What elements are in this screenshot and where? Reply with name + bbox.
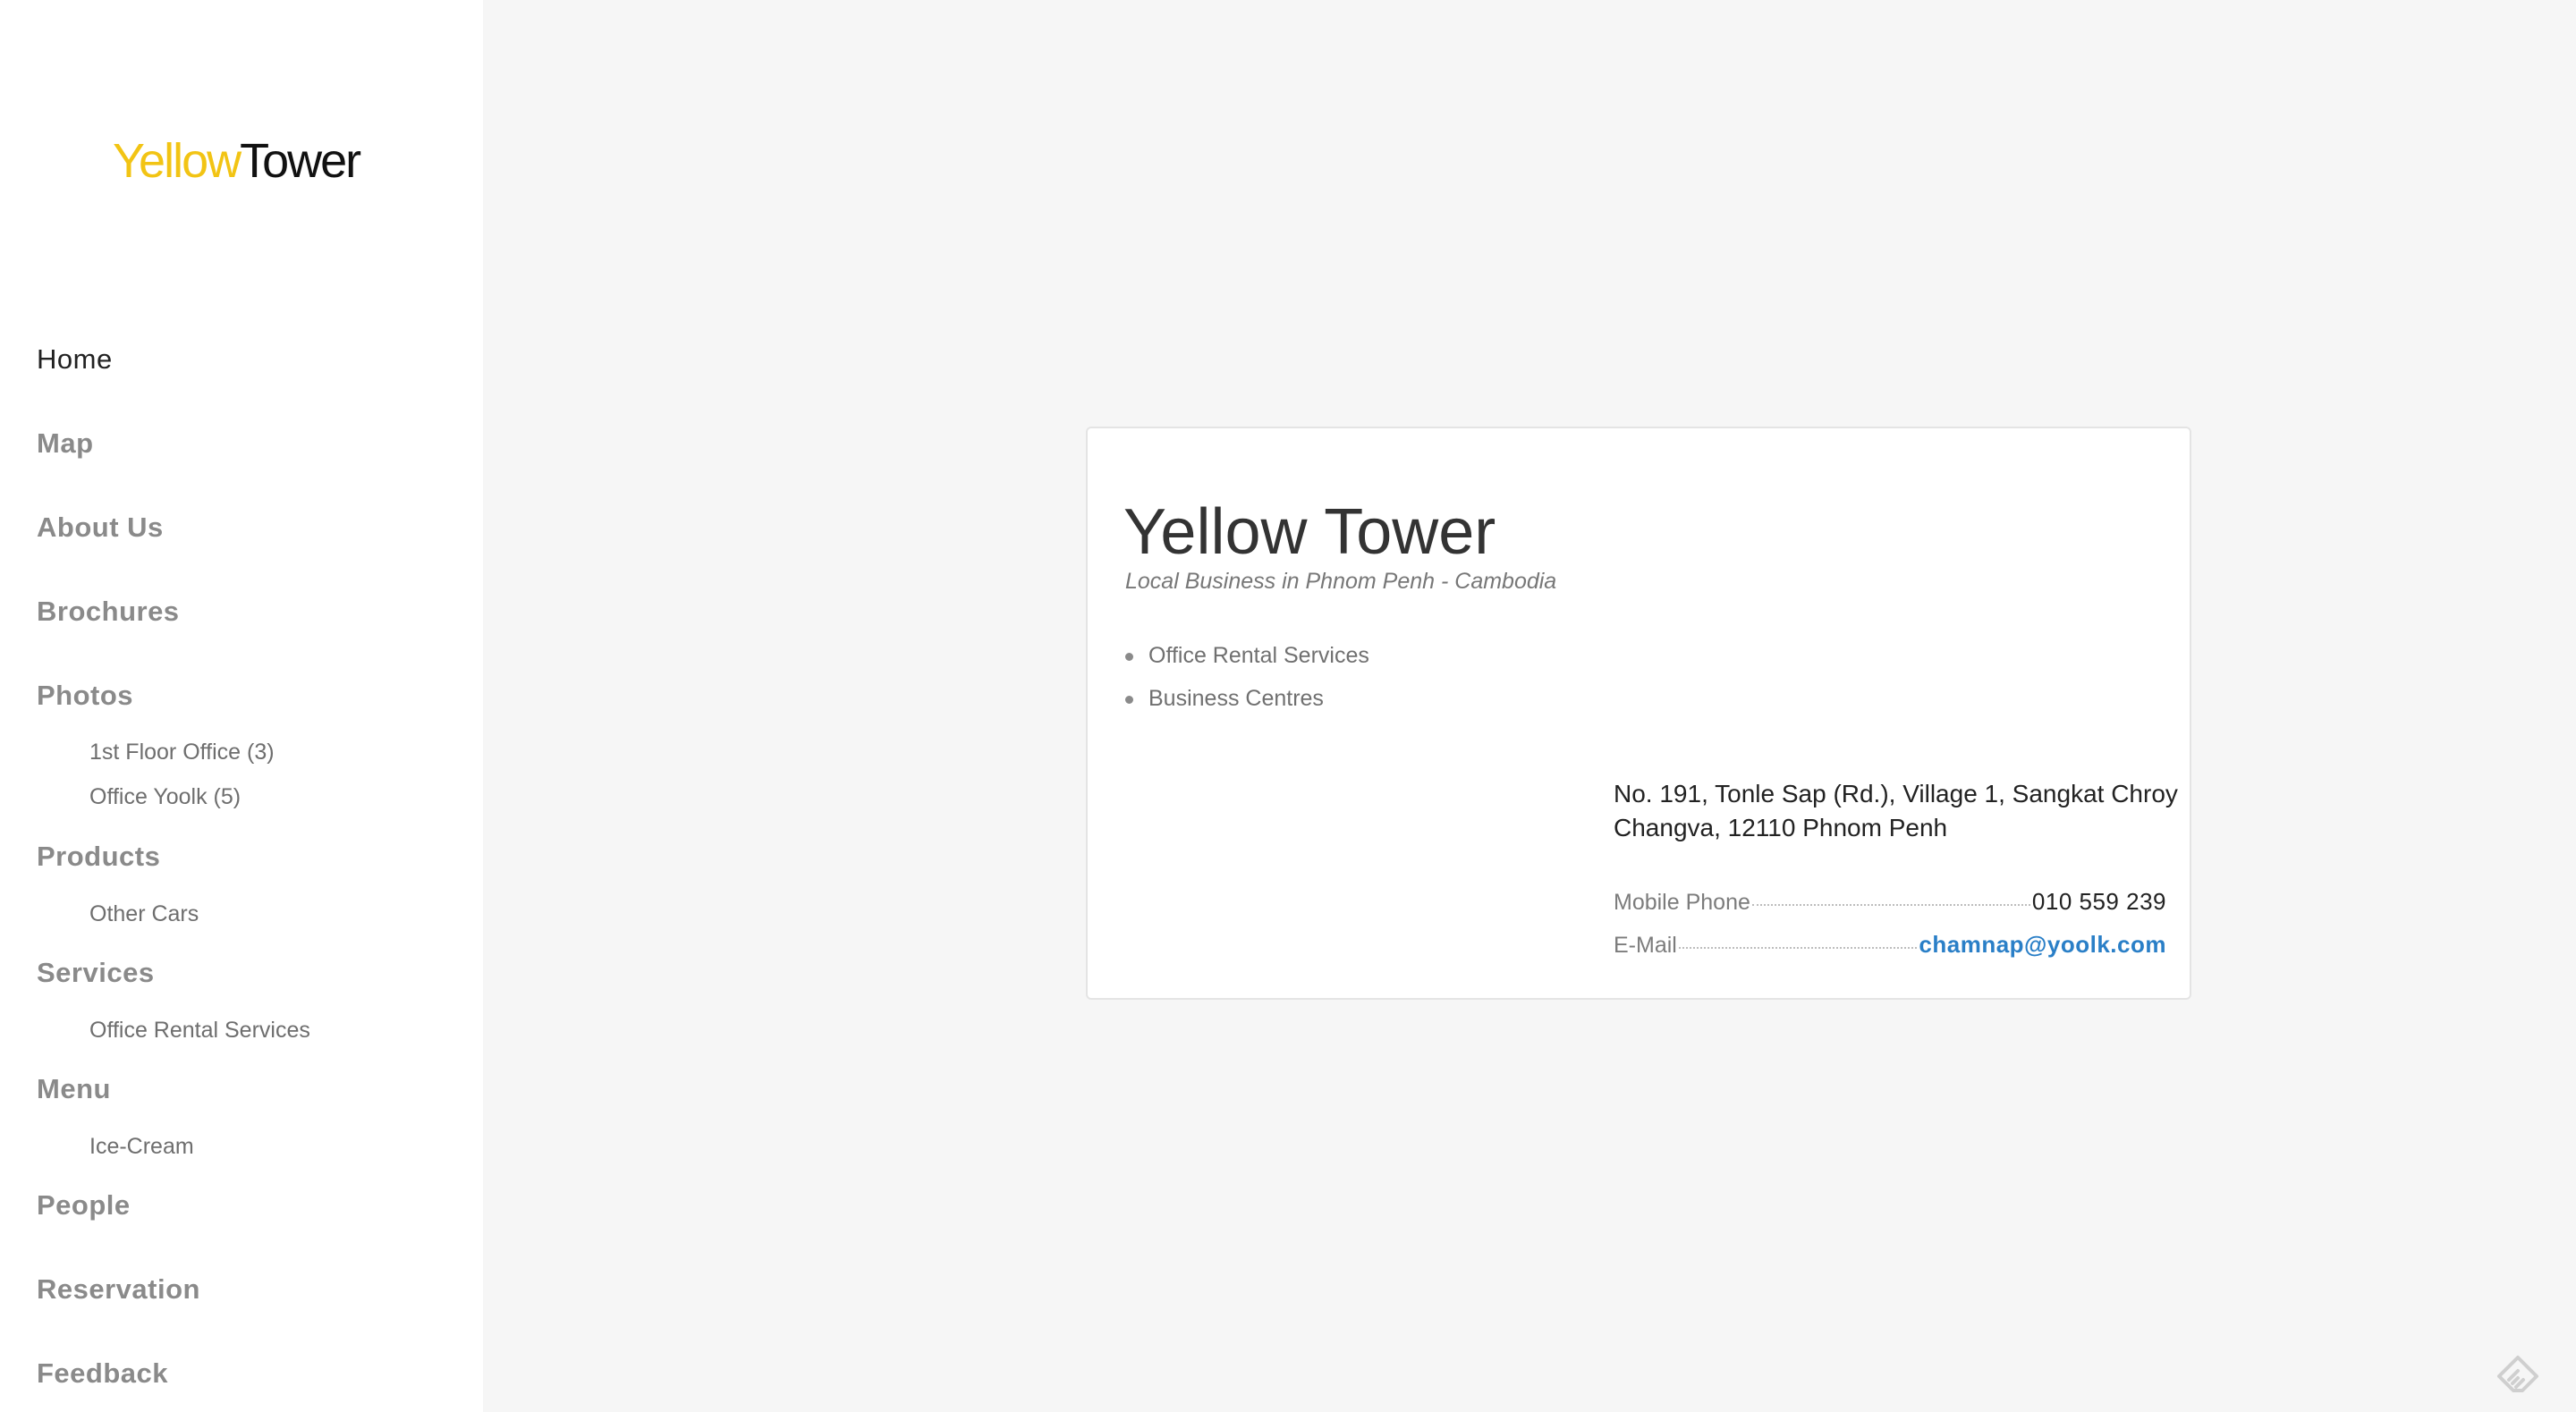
- dotted-leader: [1678, 947, 1918, 949]
- email-label: E-Mail: [1614, 933, 1677, 958]
- sidebar-item-services[interactable]: Services: [37, 957, 155, 989]
- sidebar-subitem-1st-floor-office[interactable]: 1st Floor Office (3): [89, 740, 275, 765]
- business-subtitle: Local Business in Phnom Penh - Cambodia: [1125, 569, 1557, 594]
- sidebar: YellowTower YellowTower Home Map About U…: [0, 0, 483, 1412]
- sidebar-item-brochures[interactable]: Brochures: [37, 596, 180, 628]
- email-link[interactable]: chamnap@yoolk.com: [1919, 931, 2166, 959]
- sidebar-item-people[interactable]: People: [37, 1189, 131, 1222]
- address-line-1: No. 191, Tonle Sap (Rd.), Village 1, San…: [1614, 780, 2178, 807]
- sidebar-item-reservation[interactable]: Reservation: [37, 1273, 200, 1306]
- sidebar-item-map[interactable]: Map: [37, 427, 94, 460]
- sidebar-item-home[interactable]: Home: [37, 343, 113, 376]
- business-title: Yellow Tower: [1123, 496, 1496, 568]
- contact-row-email: E-Mail chamnap@yoolk.com: [1614, 931, 2166, 959]
- category-item: Office Rental Services: [1125, 641, 1369, 684]
- mobile-phone-label: Mobile Phone: [1614, 890, 1750, 915]
- sidebar-item-menu[interactable]: Menu: [37, 1073, 111, 1105]
- mobile-phone-value: 010 559 239: [2031, 888, 2166, 915]
- category-list: Office Rental Services Business Centres: [1125, 641, 1369, 727]
- sidebar-subitem-ice-cream[interactable]: Ice-Cream: [89, 1134, 194, 1160]
- sidebar-subitem-office-rental-services[interactable]: Office Rental Services: [89, 1018, 310, 1044]
- dotted-leader: [1751, 904, 2030, 906]
- contact-row-mobile: Mobile Phone 010 559 239: [1614, 888, 2166, 916]
- business-card: Yellow Tower Local Business in Phnom Pen…: [1086, 427, 2191, 1000]
- feedly-icon[interactable]: [2496, 1354, 2540, 1399]
- sidebar-subitem-office-yoolk[interactable]: Office Yoolk (5): [89, 784, 241, 810]
- sidebar-subitem-other-cars[interactable]: Other Cars: [89, 901, 199, 927]
- category-item: Business Centres: [1125, 684, 1369, 727]
- business-address: No. 191, Tonle Sap (Rd.), Village 1, San…: [1614, 777, 2178, 845]
- sidebar-item-photos[interactable]: Photos: [37, 680, 133, 712]
- sidebar-item-products[interactable]: Products: [37, 841, 160, 873]
- sidebar-item-about-us[interactable]: About Us: [37, 512, 164, 544]
- address-line-2: Changva, 12110 Phnom Penh: [1614, 814, 1948, 841]
- sidebar-item-feedback[interactable]: Feedback: [37, 1357, 168, 1390]
- yellow-tower-logo[interactable]: YellowTower YellowTower: [113, 132, 372, 204]
